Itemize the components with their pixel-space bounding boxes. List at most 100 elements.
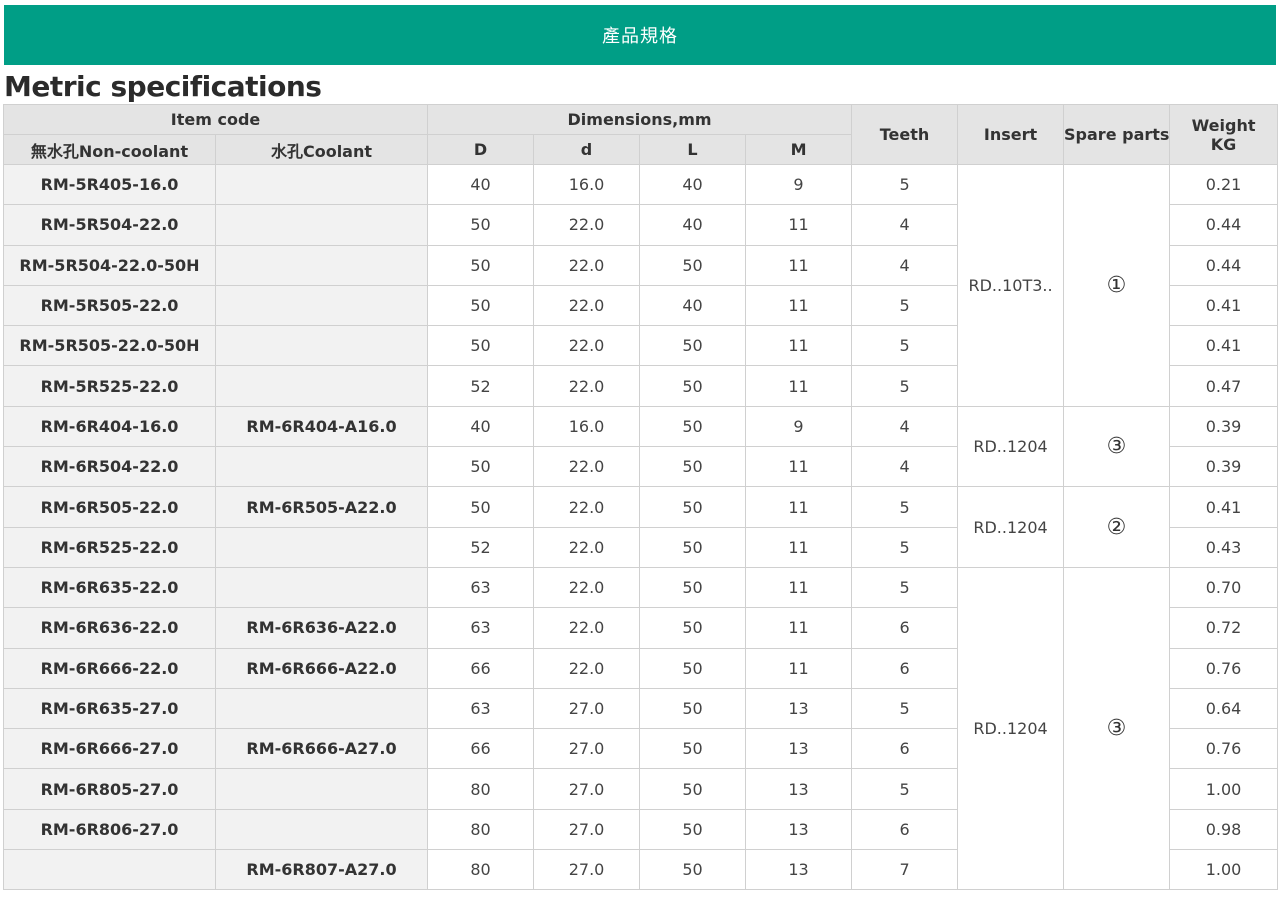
dim-D-cell: 52 xyxy=(427,365,535,407)
weight-cell: 0.64 xyxy=(1169,687,1279,730)
dim-L-cell: 50 xyxy=(639,325,747,367)
dim-M-cell: 9 xyxy=(745,405,853,448)
non-coolant-code-cell: RM-5R505-22.0 xyxy=(3,284,216,327)
spec-table: Item code Dimensions,mm Teeth Insert Spa… xyxy=(2,104,1279,891)
dim-d-cell: 16.0 xyxy=(533,405,641,448)
non-coolant-code-cell: RM-5R504-22.0 xyxy=(3,204,216,246)
coolant-code-cell xyxy=(214,163,429,206)
dim-D-cell: 40 xyxy=(427,163,535,206)
weight-cell: 0.47 xyxy=(1169,365,1279,407)
teeth-cell: 5 xyxy=(851,687,959,730)
dim-D-cell: 50 xyxy=(427,244,535,286)
dim-d-cell: 22.0 xyxy=(533,244,641,286)
spare-parts-cell: ③ xyxy=(1063,566,1171,891)
dim-D-cell: 50 xyxy=(427,446,535,488)
coolant-code-cell xyxy=(214,365,429,407)
spare-parts-cell: ② xyxy=(1063,486,1171,568)
dim-D-cell: 63 xyxy=(427,687,535,730)
dim-M-cell: 11 xyxy=(745,647,853,689)
dim-M-cell: 13 xyxy=(745,728,853,770)
non-coolant-code-cell: RM-6R525-22.0 xyxy=(3,526,216,568)
dim-D-cell: 50 xyxy=(427,204,535,246)
dim-M-cell: 13 xyxy=(745,687,853,730)
dim-M-cell: 11 xyxy=(745,526,853,568)
dim-M-cell: 13 xyxy=(745,808,853,851)
non-coolant-code-cell: RM-5R525-22.0 xyxy=(3,365,216,407)
dim-d-cell: 22.0 xyxy=(533,284,641,327)
non-coolant-code-cell: RM-6R636-22.0 xyxy=(3,607,216,649)
table-row: RM-6R635-22.0 63 22.0 50 11 5 RD..1204 ③ 0.70 xyxy=(3,566,1279,891)
dim-L-cell: 50 xyxy=(639,808,747,851)
dim-d-cell: 22.0 xyxy=(533,607,641,649)
dim-d-cell: 22.0 xyxy=(533,446,641,488)
non-coolant-code-cell: RM-6R635-22.0 xyxy=(3,566,216,609)
dim-D-cell: 66 xyxy=(427,647,535,689)
teeth-cell: 4 xyxy=(851,405,959,448)
header-dimensions: Dimensions,mm xyxy=(427,104,853,135)
header-non-coolant: 無水孔Non-coolant xyxy=(3,134,216,165)
insert-cell: RD..1204 xyxy=(957,486,1065,568)
non-coolant-code-cell: RM-6R805-27.0 xyxy=(3,768,216,810)
teeth-cell: 4 xyxy=(851,204,959,246)
coolant-code-cell xyxy=(214,808,429,851)
non-coolant-code-cell: RM-6R666-22.0 xyxy=(3,647,216,689)
dim-d-cell: 27.0 xyxy=(533,687,641,730)
dim-d-cell: 22.0 xyxy=(533,486,641,528)
coolant-code-cell xyxy=(214,446,429,488)
weight-cell: 0.98 xyxy=(1169,808,1279,851)
dim-L-cell: 50 xyxy=(639,768,747,810)
coolant-code-cell xyxy=(214,284,429,327)
non-coolant-code-cell: RM-6R404-16.0 xyxy=(3,405,216,448)
dim-d-cell: 22.0 xyxy=(533,647,641,689)
weight-cell: 0.76 xyxy=(1169,647,1279,689)
dim-d-cell: 27.0 xyxy=(533,808,641,851)
teeth-cell: 4 xyxy=(851,244,959,286)
dim-d-cell: 22.0 xyxy=(533,526,641,568)
dim-M-cell: 11 xyxy=(745,244,853,286)
coolant-code-cell: RM-6R666-A27.0 xyxy=(214,728,429,770)
dim-D-cell: 52 xyxy=(427,526,535,568)
weight-cell: 0.43 xyxy=(1169,526,1279,568)
dim-D-cell: 40 xyxy=(427,405,535,448)
dim-d-cell: 22.0 xyxy=(533,365,641,407)
header-spare-parts: Spare parts xyxy=(1063,104,1171,165)
non-coolant-code-cell: RM-6R666-27.0 xyxy=(3,728,216,770)
dim-D-cell: 66 xyxy=(427,728,535,770)
non-coolant-code-cell: RM-6R505-22.0 xyxy=(3,486,216,528)
dim-D-cell: 63 xyxy=(427,566,535,609)
teeth-cell: 5 xyxy=(851,325,959,367)
coolant-code-cell: RM-6R666-A22.0 xyxy=(214,647,429,689)
header-weight-label: Weight xyxy=(1191,115,1256,135)
dim-d-cell: 22.0 xyxy=(533,325,641,367)
dim-D-cell: 63 xyxy=(427,607,535,649)
non-coolant-code-cell: RM-5R405-16.0 xyxy=(3,163,216,206)
header-teeth: Teeth xyxy=(851,104,959,165)
dim-D-cell: 80 xyxy=(427,808,535,851)
dim-L-cell: 50 xyxy=(639,849,747,891)
dim-M-cell: 11 xyxy=(745,566,853,609)
teeth-cell: 5 xyxy=(851,526,959,568)
banner-title: 產品規格 xyxy=(602,26,678,47)
dim-L-cell: 40 xyxy=(639,163,747,206)
section-title: Metric specifications xyxy=(4,70,322,103)
coolant-code-cell: RM-6R404-A16.0 xyxy=(214,405,429,448)
dim-M-cell: 11 xyxy=(745,486,853,528)
weight-cell: 0.39 xyxy=(1169,405,1279,448)
header-insert: Insert xyxy=(957,104,1065,165)
teeth-cell: 4 xyxy=(851,446,959,488)
dim-L-cell: 50 xyxy=(639,526,747,568)
weight-cell: 0.70 xyxy=(1169,566,1279,609)
teeth-cell: 5 xyxy=(851,163,959,206)
dim-D-cell: 80 xyxy=(427,768,535,810)
dim-L-cell: 50 xyxy=(639,486,747,528)
weight-cell: 1.00 xyxy=(1169,768,1279,810)
dim-L-cell: 40 xyxy=(639,204,747,246)
dim-M-cell: 11 xyxy=(745,607,853,649)
header-weight-unit: KG xyxy=(1210,134,1237,154)
dim-L-cell: 50 xyxy=(639,566,747,609)
weight-cell: 0.39 xyxy=(1169,446,1279,488)
insert-cell: RD..1204 xyxy=(957,566,1065,891)
dim-D-cell: 50 xyxy=(427,284,535,327)
coolant-code-cell xyxy=(214,566,429,609)
weight-cell: 0.41 xyxy=(1169,325,1279,367)
